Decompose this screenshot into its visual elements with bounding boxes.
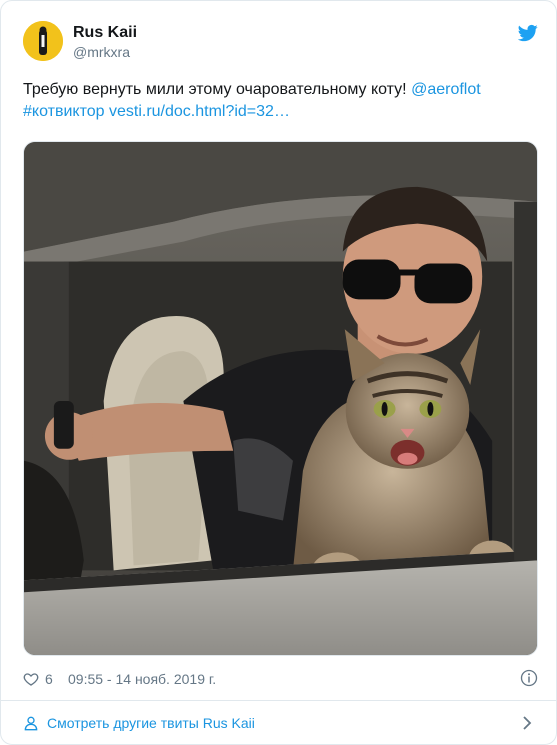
tweet-meta: 6 09:55 - 14 нояб. 2019 г. xyxy=(23,669,538,689)
tweet-text-body: Требую вернуть мили этому очаровательном… xyxy=(23,81,412,98)
more-tweets-link[interactable]: Смотреть другие твиты Rus Kaii xyxy=(23,711,538,735)
info-icon[interactable] xyxy=(520,669,538,687)
display-name[interactable]: Rus Kaii xyxy=(73,23,137,43)
divider xyxy=(1,700,556,701)
tweet-header: Rus Kaii @mrkxra xyxy=(23,21,538,65)
twitter-bird-icon[interactable] xyxy=(518,23,538,43)
hashtag-link[interactable]: #котвиктор xyxy=(23,103,105,120)
chevron-right-icon xyxy=(523,716,532,730)
timestamp[interactable]: 09:55 - 14 нояб. 2019 г. xyxy=(68,669,216,689)
avatar-image xyxy=(23,21,63,61)
author-names: Rus Kaii @mrkxra xyxy=(73,23,137,61)
tweet-photo[interactable] xyxy=(23,141,538,656)
tweet-card: Rus Kaii @mrkxra Требую вернуть мили это… xyxy=(0,0,557,745)
url-link[interactable]: vesti.ru/doc.html?id=32… xyxy=(109,103,290,120)
person-icon xyxy=(24,716,38,731)
photo-man-cat-car xyxy=(24,142,537,655)
more-tweets-label: Смотреть другие твиты Rus Kaii xyxy=(47,715,255,731)
avatar[interactable] xyxy=(23,21,63,61)
mention-link[interactable]: @aeroflot xyxy=(411,81,481,98)
user-handle[interactable]: @mrkxra xyxy=(73,43,137,61)
like-count[interactable]: 6 xyxy=(45,669,53,689)
heart-icon[interactable] xyxy=(23,671,39,687)
tweet-text: Требую вернуть мили этому очаровательном… xyxy=(23,79,538,123)
